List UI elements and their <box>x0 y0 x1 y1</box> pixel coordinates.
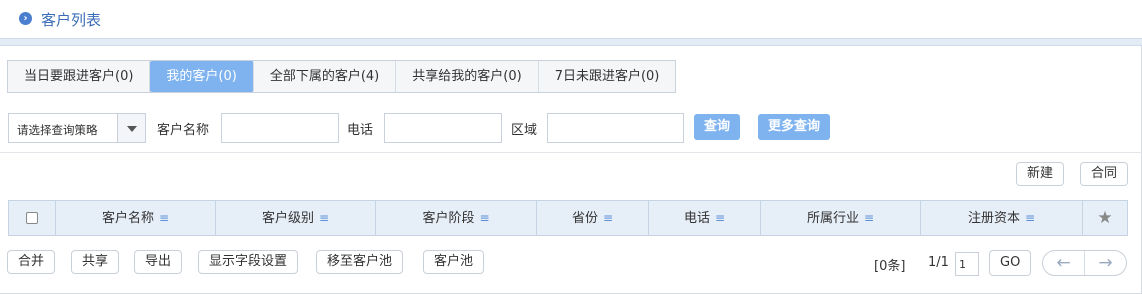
tab-my-customers[interactable]: 我的客户(0) <box>150 61 254 92</box>
star-icon[interactable]: ★ <box>1097 208 1112 228</box>
merge-button[interactable]: 合并 <box>7 250 56 274</box>
customer-tabs: 当日要跟进客户(0) 我的客户(0) 全部下属的客户(4) 共享给我的客户(0)… <box>7 60 677 93</box>
column-menu-icon[interactable]: ≡ <box>864 201 874 235</box>
caret-down-icon <box>127 126 137 132</box>
column-label: 省份 <box>571 211 598 226</box>
column-menu-icon[interactable]: ≡ <box>159 201 169 235</box>
column-label: 客户阶段 <box>422 211 475 226</box>
column-label: 电话 <box>683 211 710 226</box>
filter-row: 请选择查询策略 客户名称 电话 区域 查询 更多查询 <box>8 112 1134 144</box>
field-settings-button[interactable]: 显示字段设置 <box>198 250 299 274</box>
phone-label: 电话 <box>347 123 374 138</box>
tab-7day-not-followed[interactable]: 7日未跟进客户(0) <box>539 61 676 92</box>
query-button[interactable]: 查询 <box>694 114 741 140</box>
column-menu-icon[interactable]: ≡ <box>1025 201 1035 235</box>
tab-today-followup[interactable]: 当日要跟进客户(0) <box>8 61 151 92</box>
column-customer-level[interactable]: 客户级别 ≡ <box>216 201 376 235</box>
export-button[interactable]: 导出 <box>134 250 183 274</box>
query-strategy-select[interactable]: 请选择查询策略 <box>8 113 146 143</box>
prev-page-icon[interactable]: ← <box>1043 251 1085 275</box>
page-title: 客户列表 <box>41 11 102 29</box>
page-nav: ← → <box>1042 250 1127 276</box>
chevron-right-circle-icon: › <box>19 12 32 25</box>
customer-list-panel: 当日要跟进客户(0) 我的客户(0) 全部下属的客户(4) 共享给我的客户(0)… <box>0 46 1142 294</box>
column-phone[interactable]: 电话 ≡ <box>649 201 761 235</box>
move-to-pool-button[interactable]: 移至客户池 <box>316 250 404 274</box>
column-label: 客户名称 <box>101 211 154 226</box>
record-count: [0条] <box>874 259 906 274</box>
table-header: 客户名称 ≡ 客户级别 ≡ 客户阶段 ≡ 省份 ≡ 电话 ≡ 所属行业 ≡ 注册资本 ≡ ★ <box>8 200 1128 236</box>
column-label: 注册资本 <box>967 211 1020 226</box>
column-menu-icon[interactable]: ≡ <box>603 201 613 235</box>
column-label: 客户级别 <box>261 211 314 226</box>
column-label: 所属行业 <box>806 211 859 226</box>
column-registered-capital[interactable]: 注册资本 ≡ <box>921 201 1083 235</box>
column-customer-stage[interactable]: 客户阶段 ≡ <box>376 201 537 235</box>
tab-subordinate-customers[interactable]: 全部下属的客户(4) <box>254 61 397 92</box>
column-province[interactable]: 省份 ≡ <box>537 201 649 235</box>
column-customer-name[interactable]: 客户名称 ≡ <box>56 201 216 235</box>
column-star[interactable]: ★ <box>1083 201 1127 235</box>
go-button[interactable]: GO <box>989 250 1032 276</box>
column-industry[interactable]: 所属行业 ≡ <box>761 201 921 235</box>
header-divider-band <box>0 38 1142 46</box>
page-number-input[interactable]: 1 <box>955 252 979 276</box>
customer-pool-button[interactable]: 客户池 <box>423 250 485 274</box>
dropdown-toggle[interactable] <box>117 114 145 142</box>
customer-name-label: 客户名称 <box>157 123 210 138</box>
phone-input[interactable] <box>384 113 502 143</box>
region-label: 区域 <box>511 123 538 138</box>
new-button[interactable]: 新建 <box>1016 162 1065 186</box>
title-bar: › 客户列表 <box>0 0 1142 38</box>
region-input[interactable] <box>547 113 684 143</box>
select-all-cell <box>9 201 56 235</box>
bottom-bar: 合并 共享 导出 显示字段设置 移至客户池 客户池 [0条] 1/1 1 GO … <box>0 250 1142 276</box>
contract-button[interactable]: 合同 <box>1080 162 1129 186</box>
page-info: 1/1 <box>928 255 949 270</box>
customer-name-input[interactable] <box>221 113 339 143</box>
select-all-checkbox[interactable] <box>26 212 38 224</box>
column-menu-icon[interactable]: ≡ <box>715 201 725 235</box>
query-strategy-value: 请选择查询策略 <box>17 123 98 137</box>
tab-shared-with-me[interactable]: 共享给我的客户(0) <box>396 61 539 92</box>
column-menu-icon[interactable]: ≡ <box>479 201 489 235</box>
share-button[interactable]: 共享 <box>71 250 120 274</box>
column-menu-icon[interactable]: ≡ <box>319 201 329 235</box>
next-page-icon[interactable]: → <box>1085 251 1126 275</box>
divider <box>0 152 1142 153</box>
more-query-button[interactable]: 更多查询 <box>758 114 831 140</box>
